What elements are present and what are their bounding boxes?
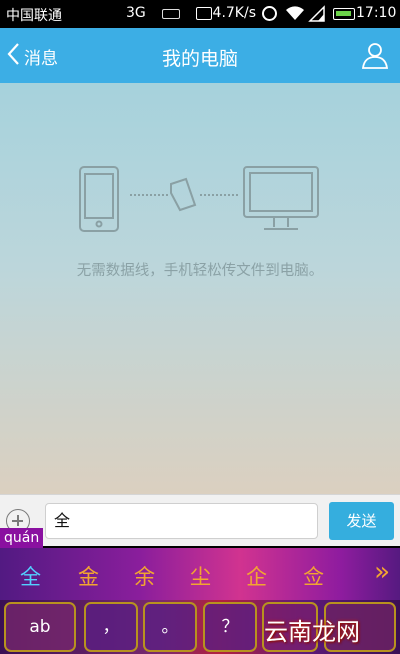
alarm-icon (262, 6, 277, 21)
question-key[interactable]: ？ (203, 602, 257, 652)
pinyin-composition: quán (0, 528, 44, 548)
status-bar: 中国联通 3G 4.7K/s 17:10 (0, 0, 400, 28)
network-type-label: 3G (126, 5, 146, 21)
comma-key[interactable]: ， (84, 602, 138, 652)
send-button[interactable]: 发送 (329, 502, 394, 540)
watermark: 云南龙网 (264, 618, 360, 646)
carrier-label: 中国联通 (6, 8, 62, 24)
ab-key[interactable]: ab (4, 602, 76, 652)
candidate-3[interactable]: 余 (134, 561, 155, 591)
battery-icon (333, 8, 355, 20)
network-speed: 4.7K/s (212, 5, 256, 21)
input-bar: 全 发送 (0, 494, 400, 546)
candidate-2[interactable]: 金 (78, 561, 99, 591)
hint-text: 无需数据线，手机轻松传文件到电脑。 (76, 263, 324, 279)
candidate-4[interactable]: 尘 (190, 561, 211, 591)
candidate-1[interactable]: 全 (20, 561, 41, 591)
content-area: 无需数据线，手机轻松传文件到电脑。 (0, 83, 400, 494)
period-key[interactable]: 。 (143, 602, 197, 652)
user-icon (360, 43, 390, 74)
keyboard-icon (162, 9, 180, 19)
clock: 17:10 (356, 5, 397, 21)
title-bar: 消息 我的电脑 (0, 28, 400, 83)
profile-button[interactable] (360, 40, 390, 70)
page-title: 我的电脑 (161, 48, 238, 70)
wifi-icon (285, 4, 305, 26)
ime-candidate-bar: 全 金 余 尘 企 佥 » (0, 548, 400, 600)
signal-icon (308, 5, 326, 27)
phone-to-computer-illustration (79, 166, 319, 232)
message-input[interactable]: 全 (45, 503, 318, 539)
more-candidates-button[interactable]: » (374, 557, 390, 587)
candidate-6[interactable]: 佥 (303, 561, 324, 591)
candidate-5[interactable]: 企 (246, 561, 267, 591)
